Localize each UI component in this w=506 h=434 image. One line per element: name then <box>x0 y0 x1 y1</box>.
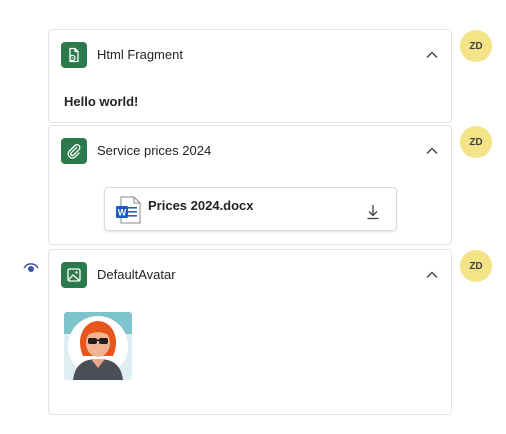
chevron-up-icon[interactable] <box>425 144 439 158</box>
file-code-icon <box>61 42 87 68</box>
svg-text:W: W <box>118 208 127 218</box>
card-title: Html Fragment <box>97 47 183 62</box>
avatar[interactable]: ZD <box>460 250 492 282</box>
message-card-html-fragment: Html Fragment Hello world! <box>48 29 452 123</box>
chevron-up-icon[interactable] <box>425 48 439 62</box>
word-document-icon: W <box>116 196 141 224</box>
card-header: Html Fragment <box>61 42 439 68</box>
download-icon[interactable] <box>366 204 380 220</box>
image-icon <box>61 262 87 288</box>
paperclip-icon <box>61 138 87 164</box>
avatar[interactable]: ZD <box>460 30 492 62</box>
card-title: Service prices 2024 <box>97 143 212 158</box>
eye-icon[interactable] <box>23 262 39 274</box>
attachment-card[interactable]: W Prices 2024.docx <box>104 187 397 231</box>
avatar-illustration[interactable] <box>64 312 132 380</box>
message-card-default-avatar: DefaultAvatar <box>48 249 452 415</box>
message-text: Hello world! <box>64 94 139 109</box>
message-card-service-prices: Service prices 2024 W Prices 2024.docx <box>48 125 452 245</box>
card-header: Service prices 2024 <box>61 138 439 164</box>
chevron-up-icon[interactable] <box>425 268 439 282</box>
avatar[interactable]: ZD <box>460 126 492 158</box>
card-title: DefaultAvatar <box>97 267 176 282</box>
file-name[interactable]: Prices 2024.docx <box>148 198 254 213</box>
card-header: DefaultAvatar <box>61 262 439 288</box>
